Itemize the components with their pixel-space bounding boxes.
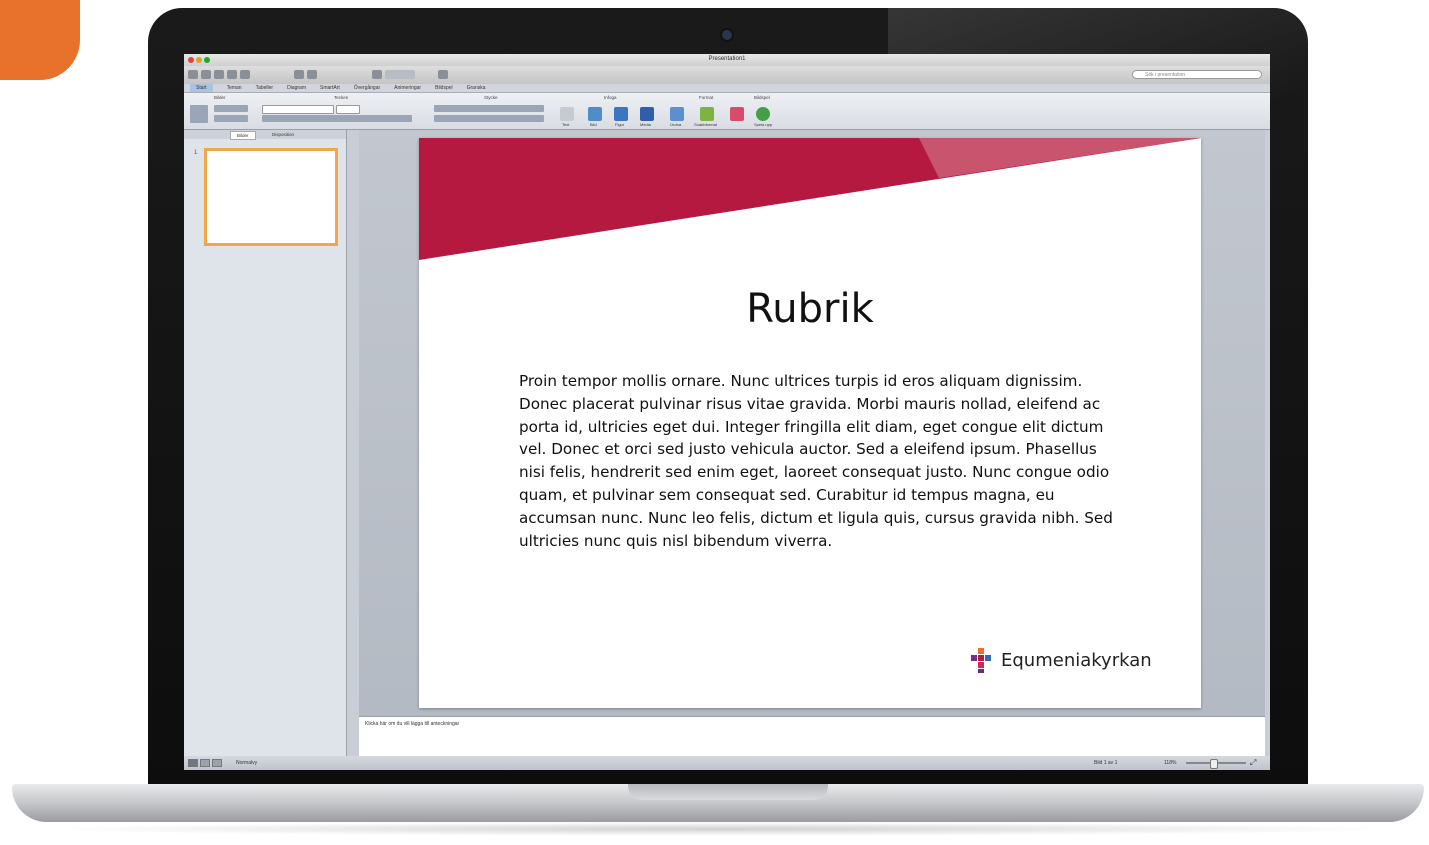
equmeniakyrkan-logo: Equmeniakyrkan bbox=[967, 646, 1152, 674]
section-button[interactable] bbox=[214, 115, 248, 122]
slide-canvas[interactable]: Rubrik Proin tempor mollis ornare. Nunc … bbox=[419, 138, 1201, 708]
accent-highlight bbox=[919, 138, 1201, 178]
ribbon-group-format: Format bbox=[699, 95, 714, 100]
zoom-level: 118% bbox=[1164, 760, 1177, 766]
tab-tabeller[interactable]: Tabeller bbox=[256, 84, 274, 92]
zoom-slider-knob[interactable] bbox=[1210, 759, 1218, 769]
tab-smartart[interactable]: SmartArt bbox=[320, 84, 340, 92]
ribbon-group-bilder: Bilder bbox=[214, 95, 226, 100]
tab-bildspel[interactable]: Bildspel bbox=[435, 84, 453, 92]
paragraph-buttons-bottom[interactable] bbox=[434, 115, 544, 122]
slide-accent-band bbox=[419, 138, 1201, 260]
search-input[interactable]: Sök i presentation bbox=[1132, 70, 1262, 79]
background-orange-shape bbox=[0, 0, 80, 80]
media-icon[interactable] bbox=[640, 107, 654, 121]
tab-disposition[interactable]: Disposition bbox=[266, 131, 300, 138]
slides-pane-tabs: Bilder Disposition bbox=[184, 130, 346, 140]
tab-animeringar[interactable]: Animeringar bbox=[394, 84, 421, 92]
slideshow-view-button[interactable] bbox=[212, 759, 222, 767]
redo-icon[interactable] bbox=[307, 70, 317, 79]
ribbon-group-stycke: Stycke bbox=[484, 95, 498, 100]
slide-body-text[interactable]: Proin tempor mollis ornare. Nunc ultrice… bbox=[519, 370, 1119, 552]
ribbon-group-bildspel: Bildspel bbox=[754, 95, 770, 100]
font-name-field[interactable] bbox=[262, 105, 334, 114]
tab-bilder[interactable]: Bilder bbox=[230, 131, 256, 140]
tab-teman[interactable]: Teman bbox=[227, 84, 242, 92]
tab-granska[interactable]: Granska bbox=[467, 84, 486, 92]
shape-icon[interactable] bbox=[614, 107, 628, 121]
format-icon[interactable] bbox=[730, 107, 744, 121]
text-label: Text bbox=[562, 122, 570, 127]
print-icon[interactable] bbox=[240, 70, 250, 79]
slide-editing-area: Rubrik Proin tempor mollis ornare. Nunc … bbox=[359, 130, 1265, 716]
slide-counter: Bild 1 av 1 bbox=[1094, 760, 1118, 766]
laptop-shadow bbox=[40, 822, 1400, 836]
notes-field[interactable]: Klicka här om du vill lägga till anteckn… bbox=[359, 716, 1265, 756]
font-format-buttons[interactable] bbox=[262, 115, 412, 122]
open-icon[interactable] bbox=[214, 70, 224, 79]
webcam bbox=[722, 30, 732, 40]
ribbon-group-tecken: Tecken bbox=[334, 95, 349, 100]
shape-label: Figur bbox=[615, 122, 625, 127]
new-icon[interactable] bbox=[188, 70, 198, 79]
paragraph-buttons-top[interactable] bbox=[434, 105, 544, 112]
slide-sorter-button[interactable] bbox=[200, 759, 210, 767]
font-size-field[interactable] bbox=[336, 105, 360, 114]
help-icon[interactable] bbox=[438, 70, 448, 79]
window-title: Presentation1 bbox=[708, 56, 746, 62]
tab-diagram[interactable]: Diagram bbox=[287, 84, 306, 92]
accent-triangle bbox=[419, 138, 1201, 260]
save-icon[interactable] bbox=[227, 70, 237, 79]
tab-start[interactable]: Start bbox=[190, 84, 213, 92]
media-label: Media bbox=[640, 122, 651, 127]
status-bar: Normalvy Bild 1 av 1 118% ⤢ bbox=[184, 756, 1270, 770]
play-label: Spela upp bbox=[754, 122, 773, 127]
undo-icon[interactable] bbox=[294, 70, 304, 79]
layout-button[interactable] bbox=[214, 105, 248, 112]
ribbon-group-infoga: Infoga bbox=[604, 95, 617, 100]
slide-thumbnail[interactable] bbox=[204, 148, 338, 246]
arrange-label: Ordna bbox=[670, 122, 682, 127]
tab-overgangar[interactable]: Övergångar bbox=[354, 84, 380, 92]
title-bar: Presentation1 bbox=[184, 54, 1270, 66]
gallery-icon[interactable] bbox=[372, 70, 382, 79]
normal-view-button[interactable] bbox=[188, 759, 198, 767]
logo-text: Equmeniakyrkan bbox=[1001, 649, 1152, 671]
laptop-notch bbox=[628, 784, 828, 800]
template-icon[interactable] bbox=[201, 70, 211, 79]
slide-title[interactable]: Rubrik bbox=[419, 286, 1201, 332]
app-window: Presentation1 Sök i presentation Start T… bbox=[184, 54, 1270, 770]
arrange-icon[interactable] bbox=[670, 107, 684, 121]
quick-styles-label: Snabbformat bbox=[694, 122, 717, 127]
picture-icon[interactable] bbox=[588, 107, 602, 121]
play-icon[interactable] bbox=[756, 107, 770, 121]
ribbon-tabs: Start Teman Tabeller Diagram SmartArt Öv… bbox=[184, 84, 1270, 93]
standard-toolbar: Sök i presentation bbox=[184, 66, 1270, 84]
new-slide-button[interactable] bbox=[190, 105, 208, 123]
slide-number: 1 bbox=[194, 150, 198, 156]
picture-label: Bild bbox=[590, 122, 597, 127]
ribbon: Bilder Tecken Stycke Infoga Format Bilds… bbox=[184, 93, 1270, 130]
view-label: Normalvy bbox=[236, 760, 258, 766]
quick-styles-icon[interactable] bbox=[700, 107, 714, 121]
fit-window-icon[interactable]: ⤢ bbox=[1250, 758, 1256, 768]
cross-logo-icon bbox=[971, 648, 991, 673]
text-icon[interactable] bbox=[560, 107, 574, 121]
zoom-select[interactable] bbox=[385, 70, 415, 79]
slides-pane: Bilder Disposition 1 bbox=[184, 130, 347, 756]
